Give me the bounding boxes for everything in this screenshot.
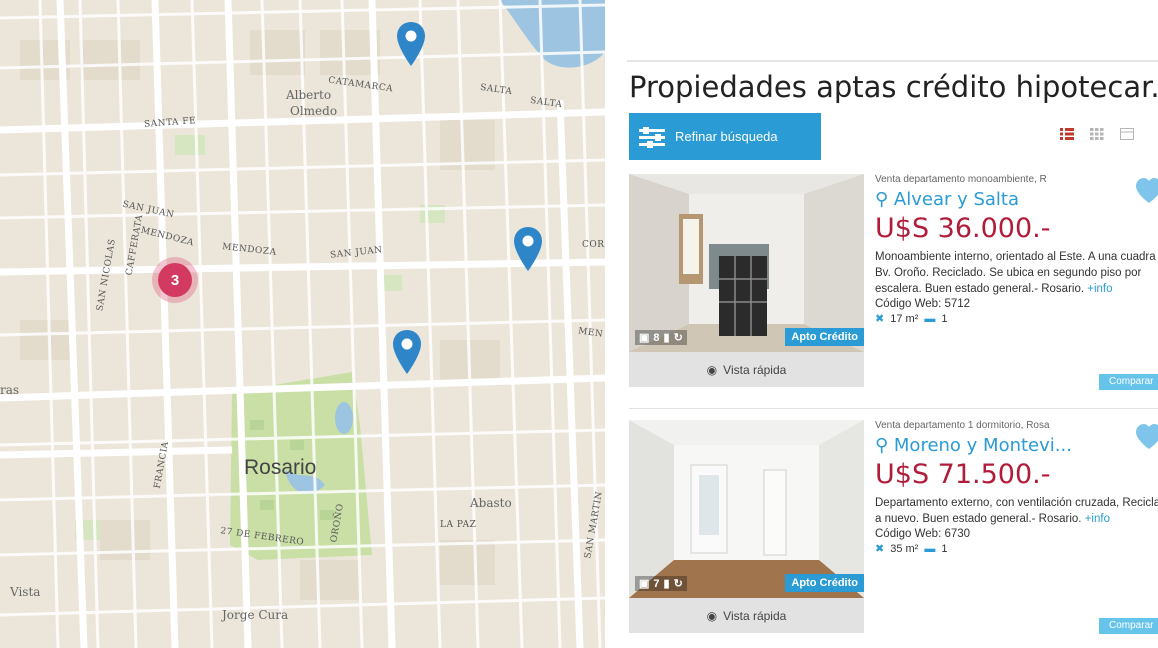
- listing-info: Venta departamento monoambiente, R ⚲ Alv…: [875, 174, 1158, 325]
- listing-photo[interactable]: ▣ 8 ▮ ↻ Apto Crédito: [629, 174, 864, 352]
- area-icon: ✖: [875, 543, 885, 555]
- listings-panel: Propiedades aptas crédito hipotecar.. Re…: [605, 0, 1158, 648]
- tour-360-icon: ↻: [673, 332, 683, 344]
- favorite-heart-icon[interactable]: [1134, 176, 1158, 206]
- listing-description: Monoambiente interno, orientado al Este.…: [875, 249, 1158, 297]
- page-title: Propiedades aptas crédito hipotecar..: [629, 70, 1158, 104]
- map-place-label: Jorge Cura: [222, 608, 289, 622]
- tour-360-icon: ↻: [673, 578, 683, 590]
- description-text: Monoambiente interno, orientado al Este.…: [875, 251, 1158, 295]
- compare-button[interactable]: Comparar: [1099, 374, 1158, 390]
- operation-type: Venta departamento 1 dormitorio, Rosa: [875, 420, 1050, 431]
- quick-view-label: Vista rápida: [723, 608, 787, 623]
- map-marker-pin[interactable]: [390, 328, 424, 376]
- quick-view-button[interactable]: ◉ Vista rápida: [629, 352, 864, 387]
- camera-icon: ▣: [639, 332, 650, 344]
- description-text: Departamento externo, con ventilación cr…: [875, 497, 1158, 525]
- apartment-photo: [629, 174, 864, 352]
- apto-credito-badge: Apto Crédito: [785, 328, 864, 346]
- map-street-label: COR: [582, 240, 605, 250]
- listing-photo[interactable]: ▣ 7 ▮ ↻ Apto Crédito: [629, 420, 864, 598]
- video-icon: ▮: [663, 332, 670, 344]
- map-place-label: Vista: [10, 585, 41, 599]
- listing-card: ▣ 8 ▮ ↻ Apto Crédito ◉ Vista rápida Vent…: [629, 174, 1158, 402]
- map[interactable]: SANTA FE SAN JUAN MENDOZA MENDOZA SAN JU…: [0, 0, 605, 648]
- area-icon: ✖: [875, 313, 885, 325]
- map-cluster-marker[interactable]: 3: [152, 257, 198, 303]
- map-marker-pin[interactable]: [394, 20, 428, 68]
- listing-description: Departamento externo, con ventilación cr…: [875, 495, 1158, 527]
- listing-address-link[interactable]: ⚲ Moreno y Montevi...: [875, 435, 1158, 456]
- listing-address-link[interactable]: ⚲ Alvear y Salta: [875, 189, 1158, 210]
- listing-price: U$S 71.500.-: [875, 459, 1051, 490]
- map-place-label: Alberto: [286, 88, 332, 102]
- sliders-icon: [639, 126, 665, 148]
- listing-address: Moreno y Montevi...: [893, 435, 1072, 456]
- listing-baths: 1: [941, 312, 948, 325]
- bathtub-icon: ▬: [924, 542, 936, 555]
- apartment-photo: [629, 420, 864, 598]
- grid-view-icon[interactable]: [1090, 128, 1104, 140]
- favorite-heart-icon[interactable]: [1134, 422, 1158, 452]
- photo-count: 8: [653, 331, 660, 344]
- more-info-link[interactable]: +info: [1085, 513, 1110, 525]
- media-badges: ▣ 8 ▮ ↻: [635, 330, 687, 345]
- camera-icon: ▣: [639, 578, 650, 590]
- listing-features: ✖ 17 m² ▬ 1: [875, 312, 1158, 326]
- compare-button[interactable]: Comparar: [1099, 618, 1158, 634]
- listing-address: Alvear y Salta: [893, 189, 1020, 210]
- location-pin-icon: ⚲: [875, 189, 894, 210]
- refine-search-button[interactable]: Refinar búsqueda: [629, 113, 821, 160]
- media-badges: ▣ 7 ▮ ↻: [635, 576, 687, 591]
- map-place-label: Olmedo: [290, 104, 338, 118]
- list-view-icon[interactable]: [1060, 128, 1074, 140]
- listing-card: ▣ 7 ▮ ↻ Apto Crédito ◉ Vista rápida Vent…: [629, 420, 1158, 648]
- listing-price: U$S 36.000.-: [875, 213, 1051, 244]
- map-marker-pin[interactable]: [511, 225, 545, 273]
- map-place-label: ras: [0, 383, 20, 397]
- quick-view-button[interactable]: ◉ Vista rápida: [629, 598, 864, 633]
- refine-search-label: Refinar búsqueda: [675, 129, 778, 144]
- map-city-label: Rosario: [244, 456, 317, 479]
- map-street-label: LA PAZ: [440, 520, 477, 530]
- listing-code: Código Web: 6730: [875, 528, 971, 540]
- map-place-label: Abasto: [470, 496, 512, 510]
- listing-info: Venta departamento 1 dormitorio, Rosa ⚲ …: [875, 420, 1158, 555]
- photo-count: 7: [653, 577, 660, 590]
- bathtub-icon: ▬: [924, 312, 936, 325]
- view-toggles: [1060, 128, 1134, 140]
- listing-code: Código Web: 5712: [875, 298, 971, 310]
- map-view-icon[interactable]: [1120, 128, 1134, 140]
- listing-features: ✖ 35 m² ▬ 1: [875, 542, 1158, 556]
- location-pin-icon: ⚲: [875, 435, 894, 456]
- cluster-count: 3: [158, 263, 192, 297]
- listing-area: 17 m²: [890, 312, 919, 325]
- divider: [629, 408, 1158, 409]
- listing-area: 35 m²: [890, 542, 919, 555]
- listing-baths: 1: [941, 542, 948, 555]
- apto-credito-badge: Apto Crédito: [785, 574, 864, 592]
- video-icon: ▮: [663, 578, 670, 590]
- operation-type: Venta departamento monoambiente, R: [875, 174, 1047, 185]
- more-info-link[interactable]: +info: [1087, 283, 1112, 295]
- eye-icon: ◉: [706, 362, 718, 377]
- divider: [627, 60, 1158, 62]
- eye-icon: ◉: [706, 608, 718, 623]
- quick-view-label: Vista rápida: [723, 362, 787, 377]
